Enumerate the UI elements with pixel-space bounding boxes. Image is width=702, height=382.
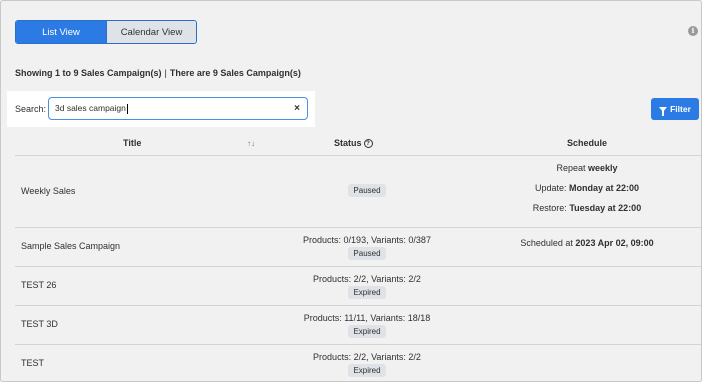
help-icon[interactable]: ? — [363, 139, 373, 148]
campaign-title[interactable]: Weekly Sales — [21, 186, 75, 196]
title-column-header: Title — [123, 138, 142, 148]
funnel-icon — [659, 106, 668, 116]
results-summary: Showing 1 to 9 Sales Campaign(s) | There a… — [15, 68, 301, 78]
calendar-view-tab[interactable]: Calendar View — [106, 21, 196, 43]
restore-value: Tuesday at 22:00 — [569, 203, 642, 213]
campaign-title[interactable]: TEST 3D — [21, 319, 58, 329]
status-badge: Paused — [348, 184, 386, 197]
status-badge: Expired — [348, 325, 386, 338]
info-icon[interactable]: i — [688, 26, 698, 36]
status-cell: Products: 2/2, Variants: 2/2 Expired — [247, 352, 487, 377]
status-badge: Paused — [348, 247, 386, 260]
status-cell: Products: 11/11, Variants: 18/18 Expired — [247, 313, 487, 338]
products-count: Products: 2/2, Variants: 2/2 — [313, 274, 421, 284]
view-toggle: List View Calendar View — [15, 20, 197, 44]
filter-button[interactable]: Filter — [651, 98, 699, 120]
update-value: Monday at 22:00 — [569, 183, 640, 193]
schedule-cell: Repeat weekly Update: Monday at 22:00 Re… — [487, 163, 687, 213]
products-count: Products: 11/11, Variants: 18/18 — [303, 313, 431, 323]
repeat-line: Repeat weekly — [487, 163, 687, 183]
products-count: Products: 0/193, Variants: 0/387 — [303, 235, 431, 245]
status-cell: Products: 0/193, Variants: 0/387 Paused — [247, 235, 487, 260]
schedule-column-header: Schedule — [567, 138, 608, 148]
table-row[interactable]: Sample Sales Campaign Products: 0/193, V… — [15, 228, 701, 267]
clear-search-icon[interactable]: × — [294, 98, 300, 119]
scheduled-value: 2023 Apr 02, 09:00 — [575, 238, 654, 248]
search-input[interactable]: 3d sales campaign × — [48, 97, 308, 120]
campaign-list-page: List View Calendar View i Showing 1 to 9… — [0, 0, 702, 382]
table-row[interactable]: Weekly Sales Paused Repeat weekly Update… — [15, 156, 701, 228]
search-label: Search: — [15, 104, 47, 114]
status-badge: Expired — [348, 286, 386, 299]
schedule-cell: Scheduled at 2023 Apr 02, 09:00 — [487, 238, 687, 248]
text-caret — [126, 103, 128, 114]
restore-prefix: Restore: — [532, 203, 567, 213]
status-column-header: Status? — [334, 138, 373, 148]
filter-label: Filter — [670, 104, 691, 114]
status-header-label: Status — [334, 138, 362, 148]
summary-separator: | — [164, 68, 167, 78]
campaign-title[interactable]: TEST 26 — [21, 280, 56, 290]
restore-line: Restore: Tuesday at 22:00 — [487, 203, 687, 213]
showing-text: Showing 1 to 9 Sales Campaign(s) — [15, 68, 162, 78]
table-row[interactable]: TEST Products: 2/2, Variants: 2/2 Expire… — [15, 345, 701, 381]
scheduled-prefix: Scheduled at — [520, 238, 573, 248]
products-count: Products: 2/2, Variants: 2/2 — [313, 352, 421, 362]
table-header: Title ↑↓ Status? Schedule — [15, 131, 701, 156]
search-input-value: 3d sales campaign — [55, 103, 126, 113]
update-line: Update: Monday at 22:00 — [487, 183, 687, 203]
status-cell: Products: 2/2, Variants: 2/2 Expired — [247, 274, 487, 299]
repeat-prefix: Repeat — [556, 163, 586, 173]
search-panel: Search: 3d sales campaign × — [7, 91, 315, 127]
campaign-title[interactable]: Sample Sales Campaign — [21, 241, 120, 251]
update-prefix: Update: — [534, 183, 567, 193]
status-cell: Paused — [247, 184, 487, 197]
total-text: There are 9 Sales Campaign(s) — [169, 68, 301, 78]
table-row[interactable]: TEST 3D Products: 11/11, Variants: 18/18… — [15, 306, 701, 345]
table-row[interactable]: TEST 26 Products: 2/2, Variants: 2/2 Exp… — [15, 267, 701, 306]
campaign-table: Title ↑↓ Status? Schedule Weekly Sales P… — [15, 131, 701, 381]
status-badge: Expired — [348, 364, 386, 377]
sort-icon[interactable]: ↑↓ — [247, 139, 255, 148]
repeat-value: weekly — [588, 163, 618, 173]
list-view-tab[interactable]: List View — [16, 21, 106, 43]
campaign-title[interactable]: TEST — [21, 358, 44, 368]
